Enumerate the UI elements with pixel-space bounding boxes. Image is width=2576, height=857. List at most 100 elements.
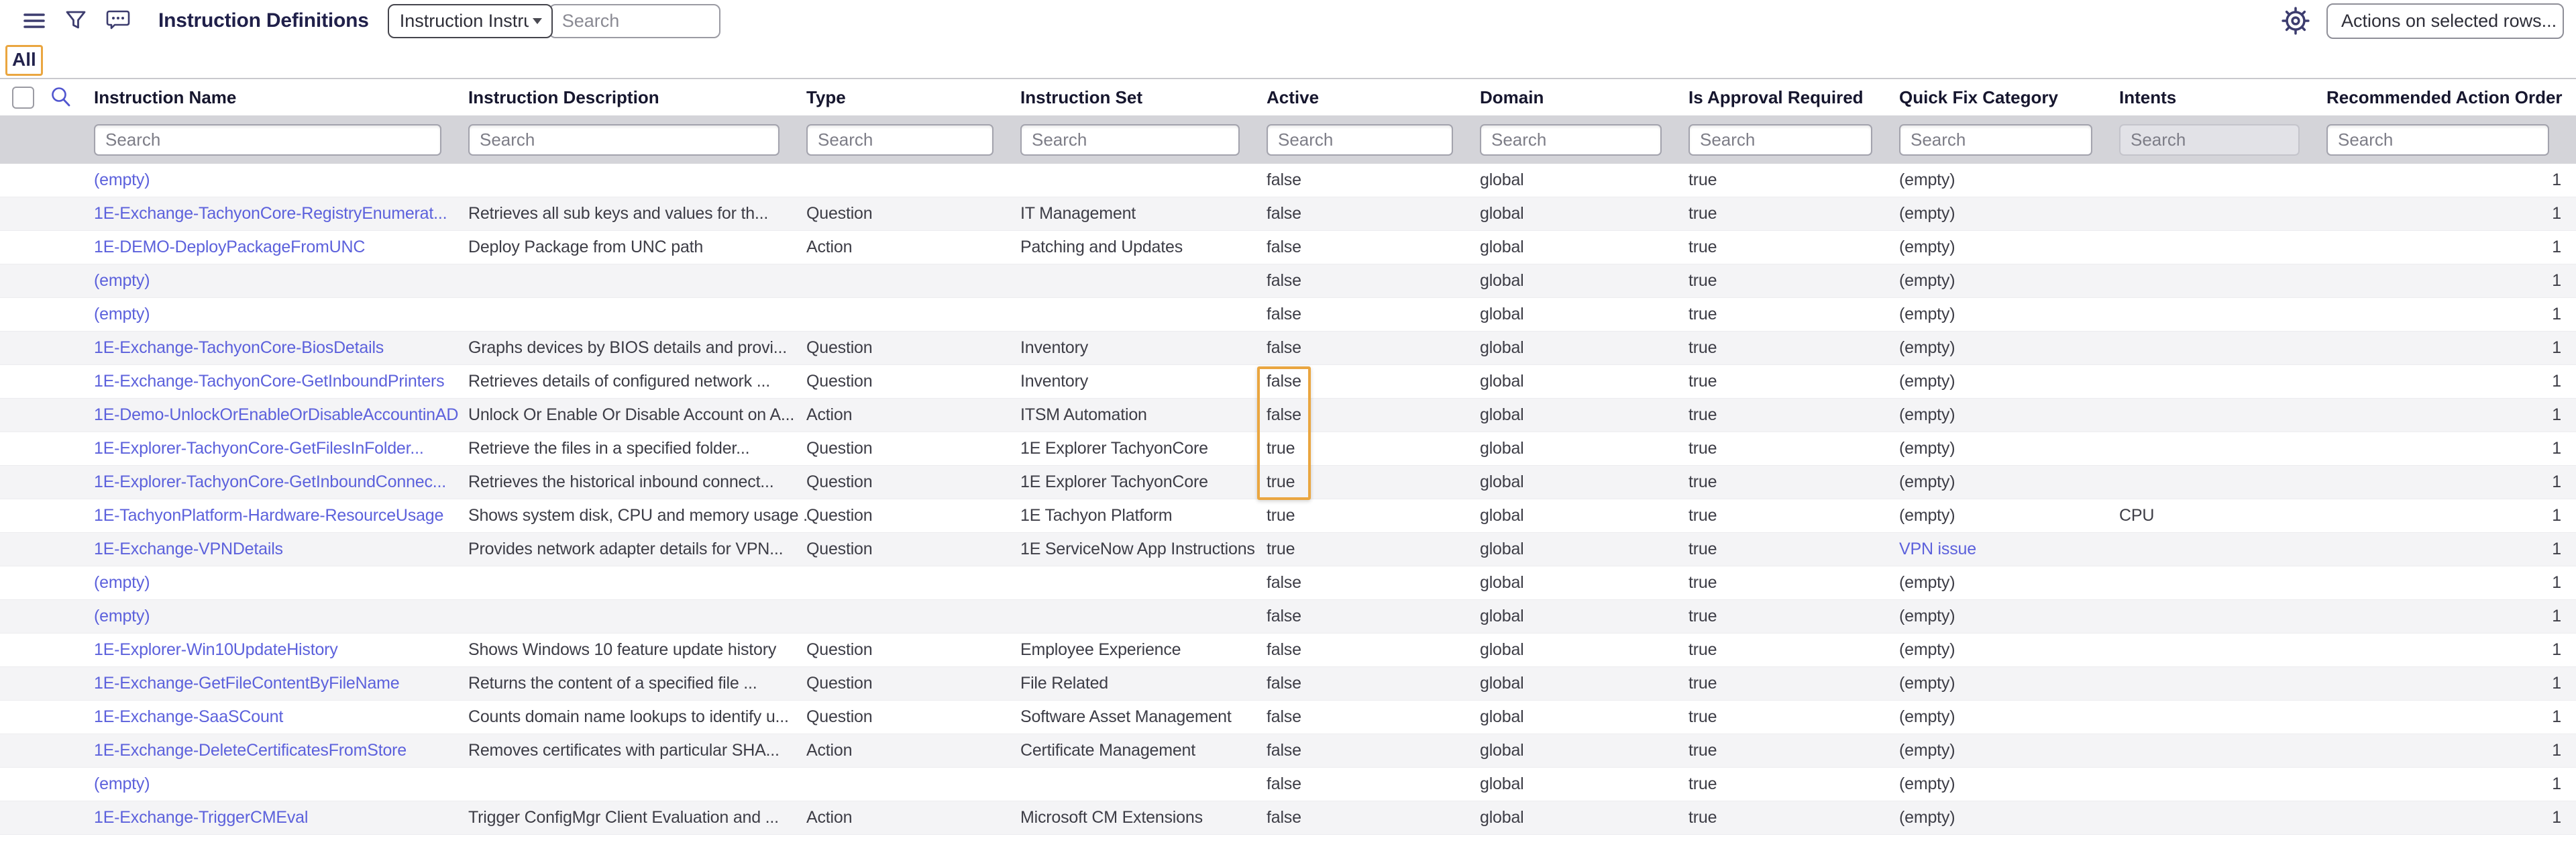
cell-active: false bbox=[1267, 170, 1480, 190]
cell-name[interactable]: 1E-TachyonPlatform-Hardware-ResourceUsag… bbox=[94, 506, 468, 525]
cell-approval: true bbox=[1688, 439, 1899, 458]
cell-description: Retrieves the historical inbound connect… bbox=[468, 472, 806, 492]
cell-order: 1 bbox=[2326, 774, 2576, 794]
cell-name[interactable]: 1E-Explorer-TachyonCore-GetInboundConnec… bbox=[94, 472, 468, 492]
filter-input-domain[interactable] bbox=[1480, 124, 1662, 156]
column-header-approval[interactable]: Is Approval Required bbox=[1688, 87, 1899, 108]
filter-input-type[interactable] bbox=[806, 124, 994, 156]
cell-active: false bbox=[1267, 808, 1480, 827]
global-search-input[interactable] bbox=[549, 4, 720, 38]
table-row[interactable]: (empty)falseglobaltrue(empty)1 bbox=[0, 566, 2576, 600]
filter-funnel-icon[interactable] bbox=[64, 9, 87, 32]
actions-dropdown-label: Actions on selected rows... bbox=[2341, 11, 2557, 32]
cell-name[interactable]: (empty) bbox=[94, 271, 468, 291]
table-row[interactable]: 1E-Exchange-DeleteCertificatesFromStoreR… bbox=[0, 734, 2576, 768]
cell-quick_fix: (empty) bbox=[1899, 573, 2119, 593]
cell-order: 1 bbox=[2326, 238, 2576, 257]
cell-name[interactable]: 1E-Exchange-TachyonCore-GetInboundPrinte… bbox=[94, 372, 468, 391]
cell-quick_fix: (empty) bbox=[1899, 238, 2119, 257]
table-row[interactable]: 1E-Exchange-TriggerCMEvalTrigger ConfigM… bbox=[0, 801, 2576, 835]
cell-domain: global bbox=[1480, 540, 1688, 559]
cell-order: 1 bbox=[2326, 674, 2576, 693]
cell-domain: global bbox=[1480, 238, 1688, 257]
cell-type: Question bbox=[806, 472, 1020, 492]
table-row[interactable]: (empty)falseglobaltrue(empty)1 bbox=[0, 164, 2576, 197]
cell-order: 1 bbox=[2326, 506, 2576, 525]
cell-approval: true bbox=[1688, 170, 1899, 190]
table-row[interactable]: (empty)falseglobaltrue(empty)1 bbox=[0, 768, 2576, 801]
cell-set: Certificate Management bbox=[1020, 741, 1267, 760]
cell-description: Removes certificates with particular SHA… bbox=[468, 741, 806, 760]
cell-set: File Related bbox=[1020, 674, 1267, 693]
search-icon[interactable] bbox=[49, 85, 73, 109]
cell-quick_fix: (empty) bbox=[1899, 707, 2119, 727]
column-header-type[interactable]: Type bbox=[806, 87, 1020, 108]
cell-order: 1 bbox=[2326, 573, 2576, 593]
cell-name[interactable]: 1E-Exchange-TriggerCMEval bbox=[94, 808, 468, 827]
table-row[interactable]: 1E-Exchange-TachyonCore-BiosDetailsGraph… bbox=[0, 332, 2576, 365]
cell-name[interactable]: 1E-Exchange-DeleteCertificatesFromStore bbox=[94, 741, 468, 760]
table-row[interactable]: 1E-Exchange-SaaSCountCounts domain name … bbox=[0, 701, 2576, 734]
cell-name[interactable]: (empty) bbox=[94, 774, 468, 794]
cell-name[interactable]: (empty) bbox=[94, 607, 468, 626]
cell-order: 1 bbox=[2326, 640, 2576, 660]
menu-icon[interactable] bbox=[23, 11, 46, 30]
cell-name[interactable]: 1E-Exchange-VPNDetails bbox=[94, 540, 468, 559]
filter-input-approval[interactable] bbox=[1688, 124, 1872, 156]
table-row[interactable]: 1E-DEMO-DeployPackageFromUNCDeploy Packa… bbox=[0, 231, 2576, 264]
column-header-set[interactable]: Instruction Set bbox=[1020, 87, 1267, 108]
table-row[interactable]: 1E-Explorer-TachyonCore-GetFilesInFolder… bbox=[0, 432, 2576, 466]
tab-all[interactable]: All bbox=[5, 45, 43, 77]
select-all-checkbox[interactable] bbox=[12, 87, 34, 109]
cell-set: IT Management bbox=[1020, 204, 1267, 223]
table-row[interactable]: (empty)falseglobaltrue(empty)1 bbox=[0, 600, 2576, 634]
cell-name[interactable]: 1E-Exchange-TachyonCore-BiosDetails bbox=[94, 338, 468, 358]
filter-input-name[interactable] bbox=[94, 124, 441, 156]
comment-icon[interactable] bbox=[106, 9, 130, 32]
cell-order: 1 bbox=[2326, 607, 2576, 626]
cell-name[interactable]: 1E-Demo-UnlockOrEnableOrDisableAccountin… bbox=[94, 405, 468, 425]
column-header-name[interactable]: Instruction Name bbox=[94, 87, 468, 108]
cell-name[interactable]: 1E-Exchange-GetFileContentByFileName bbox=[94, 674, 468, 693]
cell-quick_fix[interactable]: VPN issue bbox=[1899, 540, 2119, 559]
cell-name[interactable]: (empty) bbox=[94, 170, 468, 190]
table-row[interactable]: (empty)falseglobaltrue(empty)1 bbox=[0, 264, 2576, 298]
cell-description: Retrieve the files in a specified folder… bbox=[468, 439, 806, 458]
cell-domain: global bbox=[1480, 674, 1688, 693]
cell-description: Retrieves details of configured network … bbox=[468, 372, 806, 391]
cell-name[interactable]: 1E-Exchange-TachyonCore-RegistryEnumerat… bbox=[94, 204, 468, 223]
column-header-domain[interactable]: Domain bbox=[1480, 87, 1688, 108]
filter-input-description[interactable] bbox=[468, 124, 780, 156]
filter-input-active[interactable] bbox=[1267, 124, 1453, 156]
filter-input-set[interactable] bbox=[1020, 124, 1240, 156]
column-header-quick_fix[interactable]: Quick Fix Category bbox=[1899, 87, 2119, 108]
column-header-description[interactable]: Instruction Description bbox=[468, 87, 806, 108]
table-row[interactable]: 1E-Explorer-TachyonCore-GetInboundConnec… bbox=[0, 466, 2576, 499]
table-row[interactable]: 1E-Exchange-GetFileContentByFileNameRetu… bbox=[0, 667, 2576, 701]
cell-approval: true bbox=[1688, 405, 1899, 425]
table-row[interactable]: 1E-Exchange-TachyonCore-RegistryEnumerat… bbox=[0, 197, 2576, 231]
filter-input-order[interactable] bbox=[2326, 124, 2549, 156]
cell-quick_fix: (empty) bbox=[1899, 774, 2119, 794]
table-row[interactable]: (empty)falseglobaltrue(empty)1 bbox=[0, 298, 2576, 332]
table-row[interactable]: 1E-Exchange-VPNDetailsProvides network a… bbox=[0, 533, 2576, 566]
column-header-active[interactable]: Active bbox=[1267, 87, 1480, 108]
column-header-order[interactable]: Recommended Action Order bbox=[2326, 87, 2576, 108]
gear-icon[interactable] bbox=[2281, 7, 2310, 35]
cell-description: Provides network adapter details for VPN… bbox=[468, 540, 806, 559]
view-dropdown[interactable]: Instruction Instructi bbox=[388, 4, 553, 38]
actions-dropdown[interactable]: Actions on selected rows... bbox=[2326, 3, 2564, 39]
table-row[interactable]: 1E-Exchange-TachyonCore-GetInboundPrinte… bbox=[0, 365, 2576, 399]
column-header-intents[interactable]: Intents bbox=[2119, 87, 2326, 108]
cell-name[interactable]: 1E-Explorer-Win10UpdateHistory bbox=[94, 640, 468, 660]
table-row[interactable]: 1E-Explorer-Win10UpdateHistoryShows Wind… bbox=[0, 634, 2576, 667]
table-row[interactable]: 1E-Demo-UnlockOrEnableOrDisableAccountin… bbox=[0, 399, 2576, 432]
cell-name[interactable]: 1E-Explorer-TachyonCore-GetFilesInFolder… bbox=[94, 439, 468, 458]
table-row[interactable]: 1E-TachyonPlatform-Hardware-ResourceUsag… bbox=[0, 499, 2576, 533]
cell-name[interactable]: (empty) bbox=[94, 573, 468, 593]
cell-name[interactable]: 1E-DEMO-DeployPackageFromUNC bbox=[94, 238, 468, 257]
cell-name[interactable]: 1E-Exchange-SaaSCount bbox=[94, 707, 468, 727]
filter-input-quick_fix[interactable] bbox=[1899, 124, 2092, 156]
cell-approval: true bbox=[1688, 707, 1899, 727]
cell-name[interactable]: (empty) bbox=[94, 305, 468, 324]
